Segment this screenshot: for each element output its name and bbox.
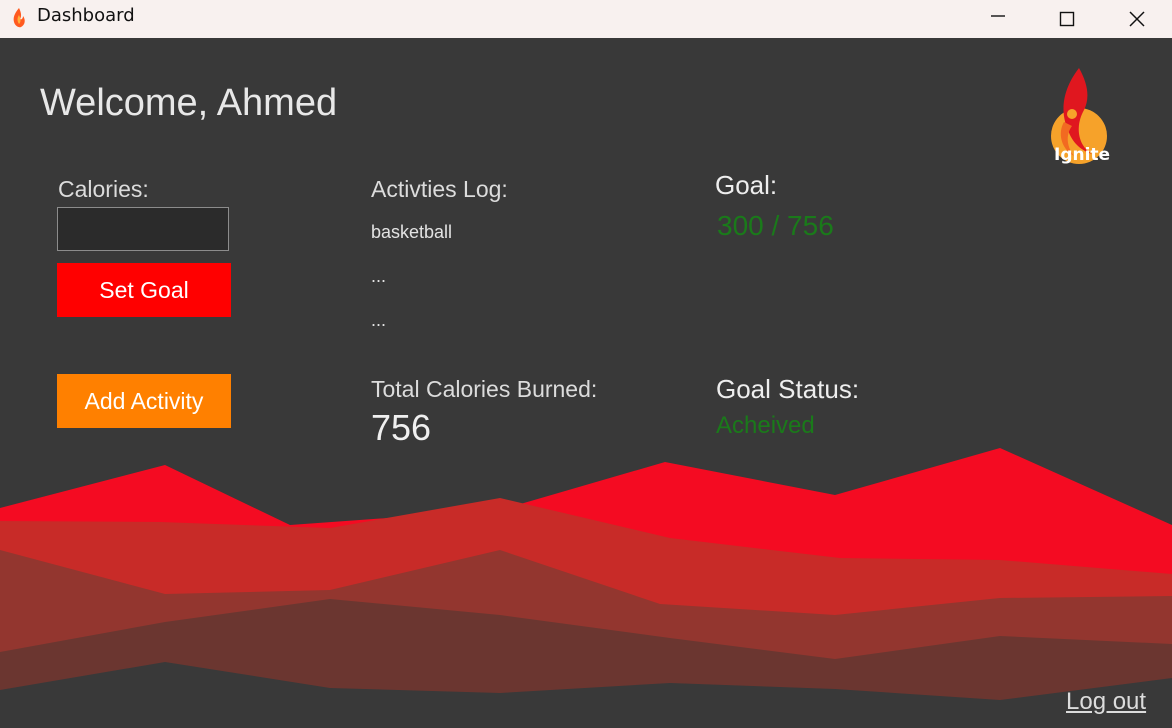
goal-label: Goal: — [715, 170, 778, 200]
calories-label: Calories: — [58, 176, 149, 202]
goal-status-value: Acheived — [716, 412, 815, 439]
activity-log-item: ... — [371, 266, 387, 286]
set-goal-button[interactable]: Set Goal — [57, 263, 231, 317]
title-bar: Dashboard — [0, 0, 1172, 38]
window-title: Dashboard — [37, 5, 135, 26]
dashboard-panel: Welcome, Ahmed Ignite Calories: Set Goal… — [0, 38, 1172, 728]
minimize-icon — [991, 15, 1005, 17]
calories-input[interactable] — [57, 207, 229, 251]
minimize-button[interactable] — [963, 0, 1033, 38]
maximize-icon — [1059, 11, 1075, 27]
add-activity-button[interactable]: Add Activity — [57, 374, 231, 428]
close-icon — [1129, 11, 1145, 27]
maximize-button[interactable] — [1032, 0, 1102, 38]
logout-link[interactable]: Log out — [1066, 688, 1146, 716]
goal-progress-value: 300 / 756 — [717, 210, 834, 241]
total-calories-value: 756 — [371, 407, 432, 448]
activities-log-label: Activties Log: — [371, 176, 508, 202]
flame-app-icon — [13, 8, 25, 28]
goal-status-label: Goal Status: — [716, 374, 860, 404]
activity-log-item: basketball — [371, 222, 453, 242]
close-button[interactable] — [1102, 0, 1172, 38]
welcome-heading: Welcome, Ahmed — [40, 82, 338, 124]
total-calories-label: Total Calories Burned: — [371, 376, 598, 402]
logo-text: Ignite — [1054, 145, 1111, 165]
activity-log-item: ... — [371, 310, 387, 330]
